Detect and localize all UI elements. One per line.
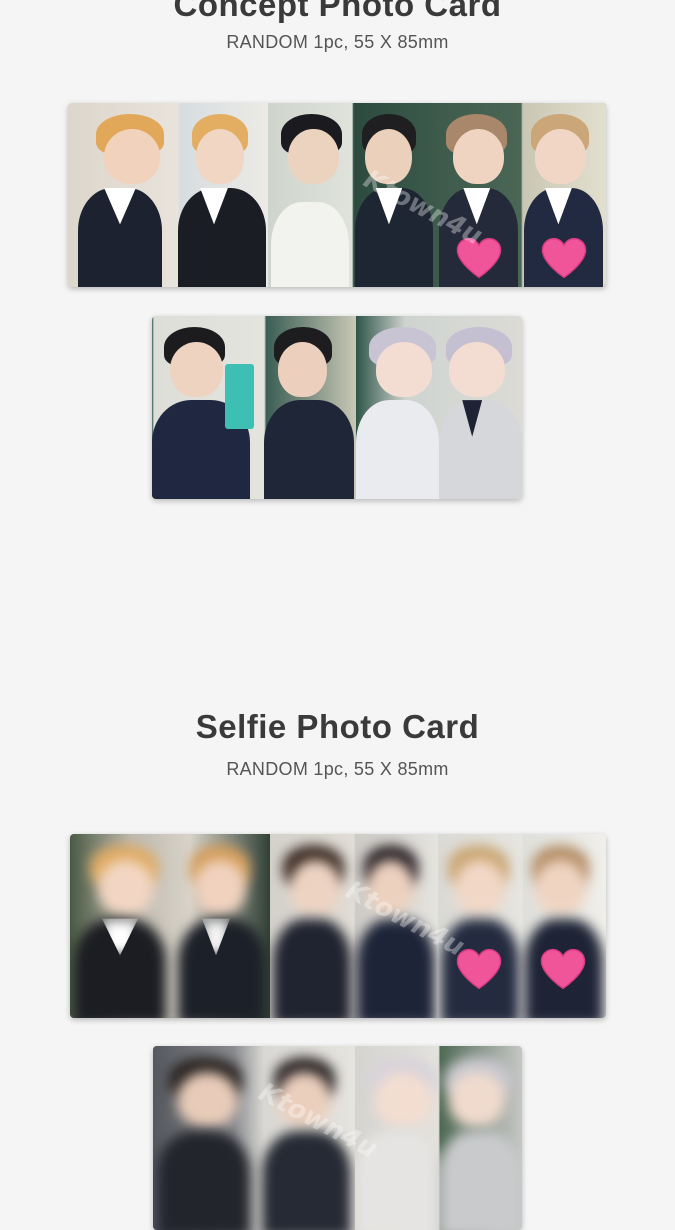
selfie-card-2 xyxy=(270,834,438,1018)
heart-icon xyxy=(540,948,586,990)
selfie-card-4 xyxy=(153,1046,355,1230)
selfie-card-row-1: Ktown4u xyxy=(70,834,606,1018)
concept-photo-card-subtitle: RANDOM 1pc, 55 X 85mm xyxy=(226,32,449,52)
concept-card-row-2 xyxy=(152,316,522,499)
selfie-card-row-2: Ktown4u xyxy=(153,1046,522,1230)
concept-card-2 xyxy=(268,103,436,287)
concept-card-3 xyxy=(436,103,606,287)
concept-photo-card-title: Concept Photo Card xyxy=(173,0,502,23)
concept-card-row-1: Ktown4u xyxy=(68,103,606,287)
heart-icon xyxy=(456,237,501,279)
selfie-photo-card-subtitle: RANDOM 1pc, 55 X 85mm xyxy=(226,759,449,779)
selfie-card-5 xyxy=(355,1046,522,1230)
concept-card-5 xyxy=(356,316,522,499)
book-prop xyxy=(225,363,254,430)
concept-card-4 xyxy=(152,316,356,499)
heart-icon xyxy=(456,948,502,990)
heart-icon xyxy=(541,237,586,279)
selfie-card-1 xyxy=(70,834,270,1018)
concept-card-1 xyxy=(68,103,268,287)
selfie-card-3 xyxy=(438,834,606,1018)
selfie-photo-card-title: Selfie Photo Card xyxy=(195,708,480,745)
